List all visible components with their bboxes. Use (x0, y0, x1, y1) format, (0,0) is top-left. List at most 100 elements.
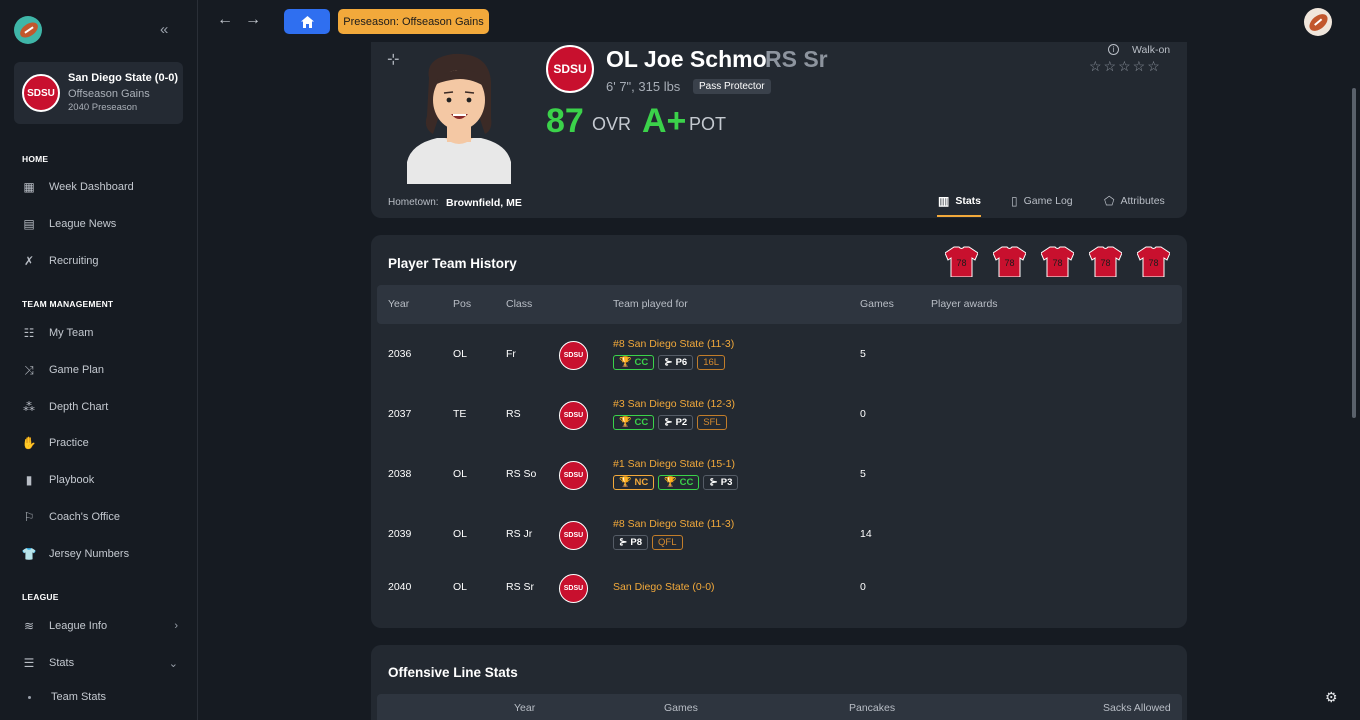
ol-stats-card: Offensive Line Stats Year Games Pancakes… (371, 645, 1187, 720)
achievement-label: QFL (658, 537, 677, 548)
jersey-icon: 78 (1041, 246, 1074, 277)
scrollbar[interactable] (1352, 88, 1356, 418)
league-icon: ≋ (23, 619, 35, 633)
achievement-chip[interactable]: 🏆 CC (613, 355, 655, 370)
achievement-chip[interactable]: 16L (697, 355, 726, 370)
col-awards[interactable]: Player awards (931, 298, 998, 310)
cell-pos: OL (453, 468, 468, 480)
achievement-label: NC (634, 477, 649, 488)
team-link[interactable]: #3 San Diego State (12-3) (613, 398, 735, 410)
achievement-chip[interactable]: 🏆 NC (613, 475, 655, 490)
gameplan-icon: ⤨ (24, 362, 34, 377)
bar-chart-icon: ▥ (938, 194, 950, 208)
nav-league-news[interactable]: ▤ League News (22, 213, 182, 235)
tab-attributes[interactable]: ⬠ Attributes (1104, 194, 1165, 208)
football-icon[interactable] (1304, 8, 1332, 36)
achievement-chip[interactable]: 🏆 CC (613, 415, 655, 430)
nav-league-info[interactable]: ≋ League Info › (22, 615, 182, 637)
cell-games: 0 (860, 408, 866, 420)
col-pos[interactable]: Pos (453, 298, 471, 310)
player-team-badge: SDSU (546, 45, 594, 93)
team-logo-badge[interactable]: SDSU (559, 401, 588, 430)
team-card[interactable]: SDSU San Diego State (0-0) Offseason Gai… (14, 62, 183, 124)
settings-gear-icon[interactable]: ⚙ (1325, 689, 1338, 706)
section-team-management: TEAM MANAGEMENT (22, 299, 114, 309)
team-logo-badge[interactable]: SDSU (559, 341, 588, 370)
cell-class: RS Jr (506, 528, 533, 540)
col-year[interactable]: Year (514, 702, 535, 714)
achievement-chip[interactable]: SFL (697, 415, 727, 430)
achievement-chip[interactable]: ⊱ P2 (658, 415, 694, 430)
cell-class: Fr (506, 348, 516, 360)
coach-office-icon: ⚐ (23, 510, 35, 524)
trophy-icon: 🏆 (664, 477, 677, 488)
achievement-chip[interactable]: ⊱ P6 (658, 355, 694, 370)
trophy-icon: 🏆 (619, 477, 632, 488)
tab-game-log[interactable]: ▯ Game Log (1011, 194, 1073, 208)
col-sacks-allowed[interactable]: Sacks Allowed (1103, 702, 1171, 714)
nav-recruiting[interactable]: ✗ Recruiting (22, 250, 182, 272)
player-archetype: Pass Protector (693, 79, 771, 94)
ovr-label: OVR (592, 114, 632, 134)
back-arrow-icon[interactable]: ← (217, 11, 233, 29)
nav-team-stats[interactable]: Team Stats (22, 686, 182, 708)
bookmark-add-icon[interactable]: ⊹ (387, 50, 400, 68)
team-logo-badge[interactable]: SDSU (559, 461, 588, 490)
team-link[interactable]: San Diego State (0-0) (613, 581, 715, 593)
achievement-chip[interactable]: 🏆 CC (658, 475, 700, 490)
nav-depth-chart[interactable]: ⁂ Depth Chart (22, 396, 182, 418)
col-team[interactable]: Team played for (613, 298, 688, 310)
star-rating: ☆☆☆☆☆ (1089, 58, 1162, 74)
cell-games: 0 (860, 581, 866, 593)
trophy-icon: 🏆 (619, 357, 632, 368)
nav-stats[interactable]: ☰ Stats ⌄ (22, 652, 182, 674)
team-logo-badge[interactable]: SDSU (559, 521, 588, 550)
team-link[interactable]: #8 San Diego State (11-3) (613, 338, 734, 350)
cell-pos: OL (453, 348, 468, 360)
jersey-icon: 78 (1089, 246, 1122, 277)
table-row: 2036 OL Fr 5 SDSU #8 San Diego State (11-3) 🏆 C… (377, 325, 1182, 385)
col-pancakes[interactable]: Pancakes (849, 702, 895, 714)
nav-jersey-numbers[interactable]: 👕 Jersey Numbers (22, 543, 182, 565)
cell-games: 14 (860, 528, 872, 540)
info-icon[interactable]: i (1108, 44, 1119, 55)
section-league: LEAGUE (22, 592, 59, 602)
achievement-label: CC (679, 477, 694, 488)
team-link[interactable]: #1 San Diego State (15-1) (613, 458, 735, 470)
col-year[interactable]: Year (388, 298, 409, 310)
collapse-sidebar-icon[interactable]: « (160, 21, 168, 38)
home-button[interactable] (284, 9, 330, 34)
cell-year: 2039 (388, 528, 412, 540)
app-logo-icon[interactable] (14, 16, 42, 44)
cell-class: RS (506, 408, 521, 420)
phase-button[interactable]: Preseason: Offseason Gains (338, 9, 489, 34)
team-link[interactable]: #8 San Diego State (11-3) (613, 518, 734, 530)
season-achievements: 🏆 NC 🏆 CC ⊱ P3 (613, 475, 739, 490)
achievement-chip[interactable]: ⊱ P3 (703, 475, 739, 490)
tab-stats[interactable]: ▥ Stats (938, 194, 981, 208)
team-logo-badge[interactable]: SDSU (559, 574, 588, 603)
achievement-label: SFL (703, 417, 721, 428)
svg-text:78: 78 (1100, 258, 1110, 268)
cell-games: 5 (860, 468, 866, 480)
achievement-label: P8 (630, 537, 643, 548)
bracket-icon: ⊱ (664, 417, 673, 428)
nav-coach-office[interactable]: ⚐ Coach's Office (22, 506, 182, 528)
home-icon (300, 15, 314, 28)
section-home: HOME (22, 154, 49, 164)
achievement-chip[interactable]: ⊱ P8 (613, 535, 649, 550)
col-games[interactable]: Games (860, 298, 894, 310)
nav-my-team[interactable]: ☷ My Team (22, 322, 182, 344)
col-class[interactable]: Class (506, 298, 532, 310)
col-games[interactable]: Games (664, 702, 698, 714)
nav-playbook[interactable]: ▮ Playbook (22, 469, 182, 491)
nav-week-dashboard[interactable]: ▦ Week Dashboard (22, 176, 182, 198)
forward-arrow-icon[interactable]: → (245, 11, 261, 29)
pentagon-icon: ⬠ (1104, 194, 1115, 208)
achievement-chip[interactable]: QFL (652, 535, 683, 550)
cell-pos: OL (453, 581, 468, 593)
bracket-icon: ⊱ (664, 357, 673, 368)
nav-practice[interactable]: ✋ Practice (22, 432, 182, 454)
team-season: 2040 Preseason (68, 102, 138, 113)
nav-game-plan[interactable]: ⤨ Game Plan (22, 359, 182, 381)
